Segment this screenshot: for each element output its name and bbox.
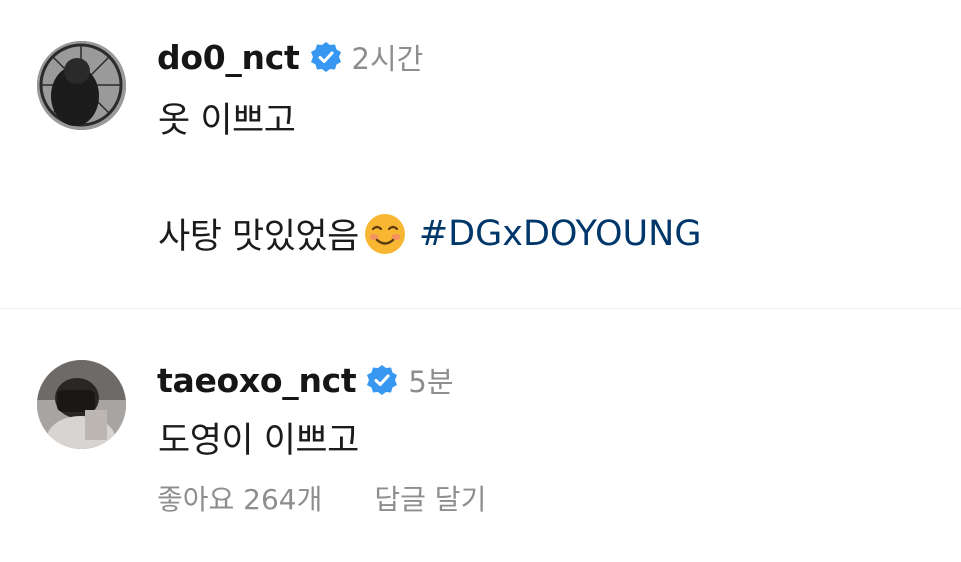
comment: taeoxo_nct 5분 도영이 이쁘고 좋아요 264개 답글 달기 xyxy=(0,308,961,562)
comment-text: 도영이 이쁘고 xyxy=(158,421,359,461)
comment-header: do0_nct 2시간 xyxy=(157,35,423,79)
timestamp: 5분 xyxy=(408,365,454,399)
caption-text: 사탕 맛있었음 xyxy=(158,217,359,257)
caption-text-line-1: 옷 이쁘고 xyxy=(158,101,296,141)
likes-count[interactable]: 좋아요 264개 xyxy=(157,478,322,518)
username[interactable]: do0_nct xyxy=(157,38,300,77)
smiling-face-icon xyxy=(363,212,407,256)
caption-text-line-2: 사탕 맛있었음 #DGxDOYOUNG xyxy=(158,208,701,259)
verified-badge-icon xyxy=(310,41,342,73)
avatar[interactable] xyxy=(37,360,126,449)
caption-post: do0_nct 2시간 옷 이쁘고 사탕 맛있었음 #DGxDOYOUNG xyxy=(0,0,961,308)
timestamp: 2시간 xyxy=(351,42,424,76)
comment-header: taeoxo_nct 5분 xyxy=(157,358,454,402)
reply-button[interactable]: 답글 달기 xyxy=(374,478,486,518)
avatar[interactable] xyxy=(37,41,126,130)
hashtag-link[interactable]: #DGxDOYOUNG xyxy=(419,214,702,254)
verified-badge-icon xyxy=(366,364,398,396)
username[interactable]: taeoxo_nct xyxy=(157,361,357,400)
comment-actions: 좋아요 264개 답글 달기 xyxy=(157,478,486,518)
